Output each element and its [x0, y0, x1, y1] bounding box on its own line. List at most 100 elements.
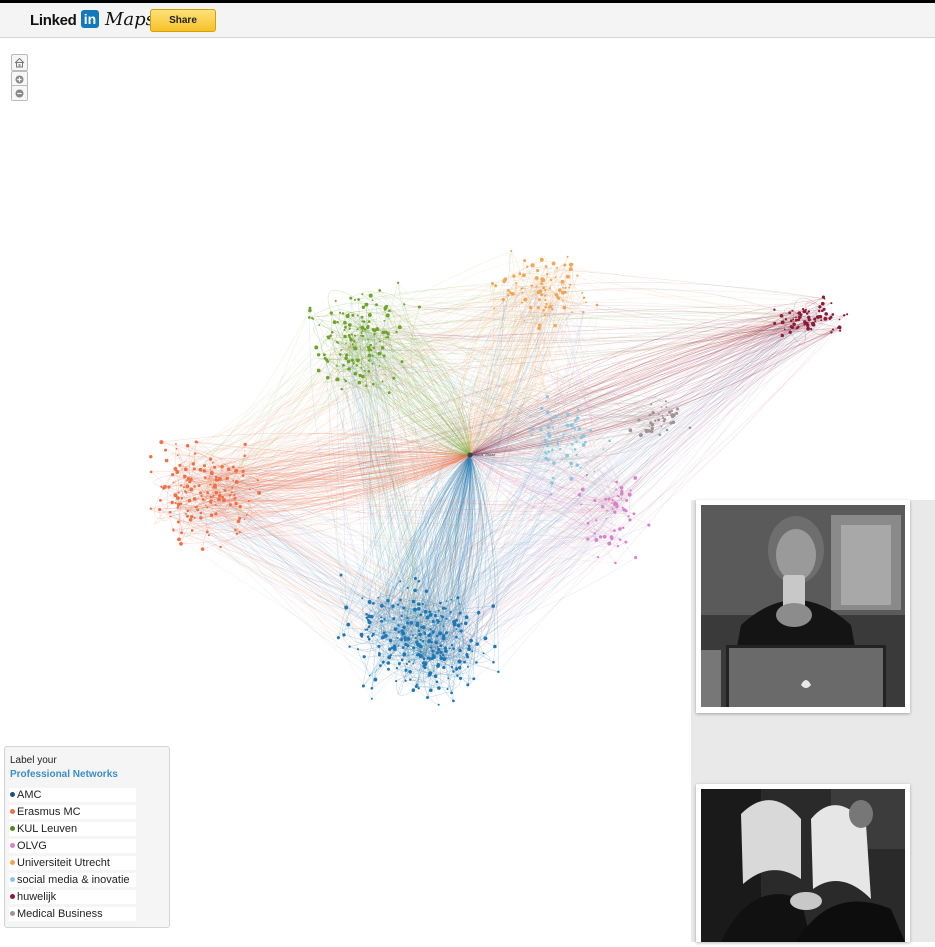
- network-node[interactable]: [172, 530, 174, 532]
- network-node[interactable]: [526, 266, 528, 268]
- network-node[interactable]: [193, 497, 197, 501]
- network-node[interactable]: [412, 688, 416, 692]
- network-node[interactable]: [383, 618, 385, 620]
- network-node[interactable]: [540, 258, 544, 262]
- network-node[interactable]: [573, 426, 575, 428]
- network-node[interactable]: [607, 498, 610, 501]
- network-node[interactable]: [337, 321, 339, 323]
- network-node[interactable]: [379, 340, 381, 342]
- network-node[interactable]: [352, 343, 354, 345]
- network-node[interactable]: [177, 537, 181, 541]
- network-node[interactable]: [806, 327, 810, 331]
- network-node[interactable]: [781, 334, 784, 337]
- network-node[interactable]: [336, 365, 338, 367]
- network-node[interactable]: [360, 367, 362, 369]
- network-node[interactable]: [379, 664, 382, 667]
- network-node[interactable]: [171, 501, 174, 504]
- network-node[interactable]: [215, 504, 217, 506]
- network-node[interactable]: [565, 454, 569, 458]
- network-node[interactable]: [435, 641, 438, 644]
- network-node[interactable]: [434, 674, 438, 678]
- network-node[interactable]: [386, 599, 390, 603]
- network-node[interactable]: [451, 599, 453, 601]
- network-node[interactable]: [317, 353, 320, 356]
- network-node[interactable]: [393, 644, 397, 648]
- network-node[interactable]: [502, 279, 506, 283]
- network-node[interactable]: [444, 649, 448, 653]
- network-node[interactable]: [773, 322, 776, 325]
- network-node[interactable]: [561, 280, 565, 284]
- network-node[interactable]: [354, 334, 356, 336]
- network-node[interactable]: [813, 318, 816, 321]
- network-node[interactable]: [237, 519, 241, 523]
- network-node[interactable]: [408, 670, 412, 674]
- network-node[interactable]: [523, 259, 526, 262]
- network-node[interactable]: [184, 468, 188, 472]
- network-node[interactable]: [430, 646, 432, 648]
- network-node[interactable]: [193, 485, 196, 488]
- network-node[interactable]: [422, 665, 425, 668]
- network-node[interactable]: [180, 484, 182, 486]
- network-node[interactable]: [551, 305, 553, 307]
- network-node[interactable]: [418, 630, 421, 633]
- network-node[interactable]: [449, 647, 451, 649]
- network-node[interactable]: [361, 332, 363, 334]
- network-node[interactable]: [357, 328, 359, 330]
- network-node[interactable]: [181, 497, 183, 499]
- network-node[interactable]: [530, 427, 534, 431]
- network-node[interactable]: [234, 497, 237, 500]
- network-node[interactable]: [613, 529, 616, 532]
- network-node[interactable]: [378, 289, 381, 292]
- network-node[interactable]: [562, 306, 566, 310]
- network-node[interactable]: [190, 515, 194, 519]
- network-node[interactable]: [363, 655, 366, 658]
- network-node[interactable]: [357, 298, 360, 301]
- network-node[interactable]: [209, 500, 212, 503]
- network-node[interactable]: [236, 532, 239, 535]
- network-node[interactable]: [388, 309, 391, 312]
- network-node[interactable]: [211, 471, 214, 474]
- network-node[interactable]: [552, 261, 556, 265]
- network-node[interactable]: [632, 512, 635, 515]
- network-node[interactable]: [795, 316, 797, 318]
- network-node[interactable]: [446, 618, 448, 620]
- network-node[interactable]: [377, 645, 380, 648]
- network-node[interactable]: [452, 670, 454, 672]
- network-node[interactable]: [689, 426, 692, 429]
- network-node[interactable]: [460, 623, 462, 625]
- network-node[interactable]: [576, 463, 580, 467]
- network-node[interactable]: [323, 353, 326, 356]
- network-node[interactable]: [175, 470, 179, 474]
- network-node[interactable]: [469, 639, 473, 643]
- network-node[interactable]: [309, 307, 312, 310]
- network-node[interactable]: [438, 704, 440, 706]
- network-node[interactable]: [169, 511, 172, 514]
- network-node[interactable]: [515, 282, 517, 284]
- network-node[interactable]: [170, 516, 172, 518]
- network-node[interactable]: [665, 400, 667, 402]
- network-node[interactable]: [458, 660, 462, 664]
- network-node[interactable]: [232, 465, 235, 468]
- legend-item-olvg[interactable]: OLVG: [9, 839, 136, 853]
- network-node[interactable]: [791, 326, 794, 329]
- network-node[interactable]: [186, 479, 188, 481]
- network-node[interactable]: [311, 317, 313, 319]
- network-node[interactable]: [442, 637, 446, 641]
- network-node[interactable]: [366, 326, 369, 329]
- network-node[interactable]: [429, 689, 433, 693]
- network-node[interactable]: [576, 416, 579, 419]
- network-node[interactable]: [659, 433, 662, 436]
- network-node[interactable]: [539, 428, 543, 432]
- network-node[interactable]: [536, 286, 538, 288]
- network-node[interactable]: [361, 326, 365, 330]
- network-node[interactable]: [428, 674, 431, 677]
- network-node[interactable]: [511, 292, 513, 294]
- network-node[interactable]: [780, 314, 784, 318]
- network-node[interactable]: [344, 606, 348, 610]
- network-node[interactable]: [378, 654, 381, 657]
- network-node[interactable]: [667, 414, 669, 416]
- network-node[interactable]: [214, 467, 216, 469]
- network-node[interactable]: [348, 328, 350, 330]
- network-node[interactable]: [467, 666, 469, 668]
- network-node[interactable]: [606, 510, 608, 512]
